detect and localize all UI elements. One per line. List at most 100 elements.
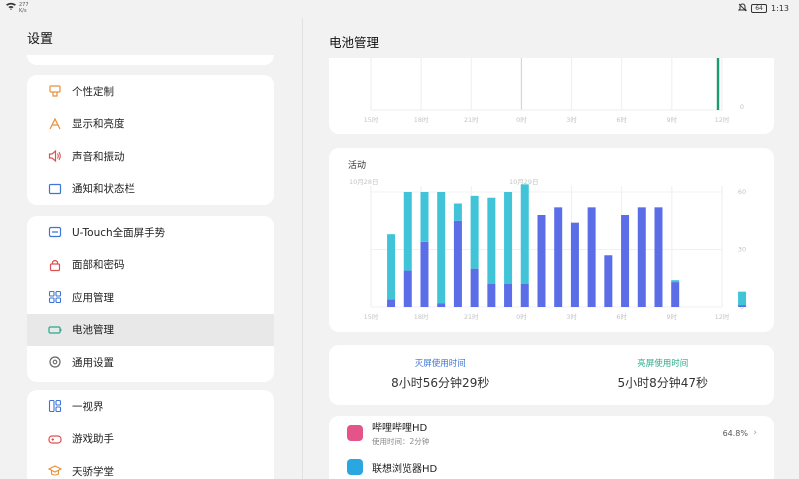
bar-screen-off [671, 280, 680, 283]
activity-chart: 15时18时21时0时3时6时9时12时6030010月28日10月29日 [349, 178, 747, 321]
settings-group-1: 个性定制 显示和亮度 声音和振动 通知和状态栏 [27, 75, 274, 205]
sidebar-item-personalize[interactable]: 个性定制 [27, 75, 274, 108]
usage-time-card: 灭屏使用时间 8小时56分钟29秒 亮屏使用时间 5小时8分钟47秒 [329, 345, 774, 405]
sidebar-item-battery[interactable]: 电池管理 [27, 313, 274, 346]
bar-screen-on [738, 305, 747, 307]
activity-card: 活动 15时18时21时0时3时6时9时12时6030010月28日10月29日 [329, 148, 774, 332]
status-left: 277 K/s [6, 2, 29, 14]
app-row-bilibili[interactable]: 哔哩哔哩HD 使用时间：2分钟 64.8% › [329, 416, 774, 450]
bar-screen-on [554, 207, 563, 307]
sidebar-item-sound[interactable]: 声音和振动 [27, 140, 274, 173]
bar-screen-on [437, 303, 446, 307]
sidebar-item-label: 显示和亮度 [72, 118, 125, 131]
bar-screen-off [738, 291, 747, 306]
sidebar-item-label: 通知和状态栏 [72, 183, 135, 196]
x-tick-label: 3时 [566, 115, 577, 124]
sidebar-item-label: 一视界 [72, 400, 104, 413]
settings-group-3: 一视界 游戏助手 天骄学堂 [27, 390, 274, 479]
alarm-icon [737, 3, 748, 14]
network-speed-unit: K/s [19, 8, 27, 14]
bar-screen-off [420, 192, 429, 242]
bar-screen-off [487, 197, 496, 284]
sidebar-item-general[interactable]: 通用设置 [27, 346, 274, 379]
network-speed: 277 K/s [19, 2, 29, 14]
sidebar-item-label: 天骄学堂 [72, 465, 114, 478]
sidebar-item-multiview[interactable]: 一视界 [27, 390, 274, 423]
sidebar-item-apps[interactable]: 应用管理 [27, 281, 274, 314]
app-usage-list: 哔哩哔哩HD 使用时间：2分钟 64.8% › 联想浏览器HD [329, 416, 774, 479]
app-row-browser[interactable]: 联想浏览器HD [329, 450, 774, 479]
bar-screen-on [537, 215, 546, 307]
sidebar-item-label: 游戏助手 [72, 433, 114, 446]
clock: 1:13 [771, 4, 789, 13]
x-tick-label: 15时 [364, 312, 379, 321]
status-right: 64 1:13 [737, 3, 789, 14]
sidebar-item-label: 应用管理 [72, 291, 114, 304]
x-tick-label: 6时 [616, 312, 627, 321]
battery-icon [47, 322, 63, 338]
x-tick-label: 21时 [464, 312, 479, 321]
x-tick-label: 9时 [667, 115, 678, 124]
sidebar-item-label: 面部和密码 [72, 259, 125, 272]
bar-screen-off [504, 192, 513, 284]
y-tick-label: 60 [738, 188, 746, 196]
screen-off-value: 8小时56分钟29秒 [391, 376, 490, 390]
sidebar-item-notifications[interactable]: 通知和状态栏 [27, 173, 274, 206]
x-tick-label: 3时 [566, 312, 577, 321]
multiview-icon [47, 398, 63, 414]
settings-group-2: U-Touch全面屏手势 面部和密码 应用管理 电池管理 通用设置 [27, 216, 274, 382]
app-name: 哔哩哔哩HD [372, 423, 428, 434]
sidebar-item-face-password[interactable]: 面部和密码 [27, 249, 274, 282]
screen-off-label: 灭屏使用时间 [414, 359, 466, 369]
sidebar-item-label: 个性定制 [72, 85, 114, 98]
screen-off-usage: 灭屏使用时间 8小时56分钟29秒 [329, 345, 552, 405]
school-icon [47, 463, 63, 479]
browser-app-icon [347, 459, 363, 475]
sidebar-item-display[interactable]: 显示和亮度 [27, 108, 274, 141]
apps-icon [47, 289, 63, 305]
display-icon [47, 116, 63, 132]
app-percent: 64.8% [722, 428, 748, 438]
battery-indicator: 64 [751, 4, 768, 13]
sidebar-item-label: 声音和振动 [72, 150, 125, 163]
bar-screen-on [470, 268, 479, 307]
bar-screen-on [637, 207, 646, 307]
bar-screen-on [671, 282, 680, 307]
bar-screen-on [387, 299, 396, 307]
sidebar-item-school[interactable]: 天骄学堂 [27, 455, 274, 479]
bar-screen-on [654, 207, 663, 307]
bar-screen-off [453, 203, 462, 221]
notification-icon [47, 181, 63, 197]
sidebar-item-label: 电池管理 [72, 324, 114, 337]
x-tick-label: 21时 [464, 115, 479, 124]
sidebar-item-game-assistant[interactable]: 游戏助手 [27, 423, 274, 456]
bar-screen-off [437, 192, 446, 304]
bar-screen-on [587, 207, 596, 307]
x-tick-label: 15时 [364, 115, 379, 124]
wifi-icon [6, 2, 16, 12]
app-name: 联想浏览器HD [372, 463, 438, 475]
settings-title: 设置 [27, 32, 54, 47]
bar-screen-on [403, 270, 412, 307]
screen-on-label: 亮屏使用时间 [637, 359, 689, 369]
bar-screen-on [453, 220, 462, 307]
bar-screen-off [520, 184, 529, 284]
status-bar: 277 K/s 64 1:13 [0, 0, 799, 18]
bar-screen-on [604, 255, 613, 307]
settings-pane: 设置 个性定制 显示和亮度 声音和振动 通知和状态栏 U-Touch全面屏手势 … [0, 18, 300, 479]
bar-screen-off [387, 234, 396, 300]
battery-level-card: 15时 18时 21时 0时 3时 6时 9时 12时 0 [329, 58, 774, 134]
chevron-right-icon: › [753, 428, 757, 438]
x-tick-label: 18时 [414, 115, 429, 124]
x-tick-label: 6时 [616, 115, 627, 124]
sidebar-item-gestures[interactable]: U-Touch全面屏手势 [27, 216, 274, 249]
x-tick-label: 12时 [715, 312, 730, 321]
settings-card-top-partial [27, 55, 274, 65]
y-tick-label: 30 [738, 246, 746, 254]
x-tick-label: 0时 [516, 115, 527, 124]
gear-icon [47, 354, 63, 370]
bar-screen-on [570, 222, 579, 307]
battery-level-chart: 15时 18时 21时 0时 3时 6时 9时 12时 0 [364, 58, 744, 124]
theme-icon [47, 83, 63, 99]
gamepad-icon [47, 431, 63, 447]
